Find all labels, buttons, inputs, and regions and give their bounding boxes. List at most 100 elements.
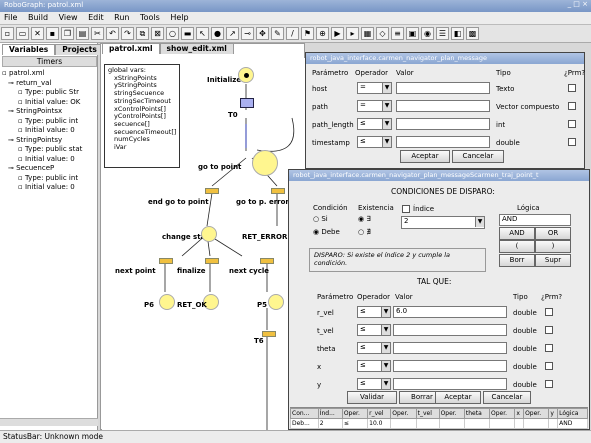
tree-leaf[interactable]: ▫ Type: public Str <box>2 88 97 98</box>
place-goto-point[interactable] <box>252 150 278 176</box>
new-icon[interactable]: ▫ <box>1 27 14 40</box>
d2-value-theta[interactable] <box>393 342 507 354</box>
tile-icon[interactable]: ▩ <box>466 27 479 40</box>
close-icon[interactable]: ✕ <box>31 27 44 40</box>
d2-op-x[interactable]: ≤ ▼ <box>357 360 391 372</box>
tab-show-edit[interactable]: show_edit.xml <box>159 43 234 54</box>
brush-icon[interactable]: / <box>286 27 299 40</box>
d2-radio-si[interactable]: ○ Si <box>313 215 328 223</box>
select-icon[interactable]: ↖ <box>196 27 209 40</box>
d1-prm-timestamp[interactable] <box>568 138 576 146</box>
flag-icon[interactable]: ⚑ <box>301 27 314 40</box>
transition-t6[interactable] <box>262 331 276 337</box>
d2-indice-checkbox[interactable] <box>402 205 410 213</box>
d1-op-path-length[interactable]: ≤ ▼ <box>357 118 392 130</box>
d2-and-button[interactable]: AND <box>499 227 535 240</box>
tab-projects[interactable]: Projects <box>55 44 104 55</box>
step-icon[interactable]: ▸ <box>346 27 359 40</box>
menu-file[interactable]: File <box>0 12 21 22</box>
d2-prm-r-vel[interactable] <box>545 308 553 316</box>
tab-variables[interactable]: Variables <box>2 44 56 55</box>
cut-icon[interactable]: ✂ <box>91 27 104 40</box>
zoom-icon[interactable]: ⊕ <box>316 27 329 40</box>
d2-cancelar-button[interactable]: Cancelar <box>483 391 531 404</box>
tree-root[interactable]: ▫ patrol.xml <box>2 69 97 79</box>
d2-close-paren-button[interactable]: ) <box>535 240 571 253</box>
tree-leaf[interactable]: ▫ Initial value: OK <box>2 98 97 108</box>
d2-radio-not-exists[interactable]: ○ ∄ <box>358 228 371 236</box>
place-initialize[interactable] <box>238 67 254 83</box>
transition-finalize[interactable] <box>205 258 219 264</box>
play-icon[interactable]: ▶ <box>331 27 344 40</box>
d2-prm-x[interactable] <box>545 362 553 370</box>
d2-value-x[interactable] <box>393 360 507 372</box>
redo-icon[interactable]: ↷ <box>121 27 134 40</box>
graph-icon[interactable]: ◇ <box>376 27 389 40</box>
tree-node[interactable]: ⊸ SecuenceP <box>2 164 97 174</box>
watch-icon[interactable]: ◉ <box>421 27 434 40</box>
d2-validar-button[interactable]: Validar <box>347 391 397 404</box>
move-icon[interactable]: ✥ <box>256 27 269 40</box>
transition-goto-error[interactable] <box>271 188 285 194</box>
table-row[interactable]: Deb... 2 ≤ 10.0 AND <box>290 418 588 429</box>
open-icon[interactable]: ▭ <box>16 27 29 40</box>
tree-node[interactable]: ⊸ StringPointsy <box>2 136 97 146</box>
label-icon[interactable]: ✎ <box>271 27 284 40</box>
d2-indice-combo[interactable]: 2 ▼ <box>401 216 485 229</box>
undo-icon[interactable]: ↶ <box>106 27 119 40</box>
view-icon[interactable]: ◧ <box>451 27 464 40</box>
tree-node[interactable]: ⊸ StringPointsx <box>2 107 97 117</box>
d2-open-paren-button[interactable]: ( <box>499 240 535 253</box>
transition-icon[interactable]: ▬ <box>181 27 194 40</box>
d1-value-timestamp[interactable] <box>396 136 490 148</box>
tree-leaf[interactable]: ▫ Type: public int <box>2 174 97 184</box>
tree-leaf[interactable]: ▫ Type: public stat <box>2 145 97 155</box>
d1-value-path[interactable] <box>396 100 490 112</box>
d2-or-button[interactable]: OR <box>535 227 571 240</box>
save-icon[interactable]: ▪ <box>46 27 59 40</box>
d2-op-theta[interactable]: ≤ ▼ <box>357 342 391 354</box>
d1-accept-button[interactable]: Aceptar <box>400 150 450 163</box>
token-icon[interactable]: ● <box>211 27 224 40</box>
d2-radio-debe[interactable]: ◉ Debe <box>313 228 340 236</box>
tree-node[interactable]: ⊸ return_val <box>2 79 97 89</box>
d1-value-path-length[interactable] <box>396 118 490 130</box>
d2-radio-exists[interactable]: ◉ ∃ <box>358 215 371 223</box>
global-vars-box[interactable]: global vars: xStringPoints yStringPoints s… <box>104 64 180 168</box>
d2-value-t-vel[interactable] <box>393 324 507 336</box>
run-icon[interactable]: ≡ <box>391 27 404 40</box>
d1-op-timestamp[interactable]: ≤ ▼ <box>357 136 392 148</box>
copy-icon[interactable]: ❐ <box>61 27 74 40</box>
list-icon[interactable]: ☰ <box>436 27 449 40</box>
d1-prm-path[interactable] <box>568 102 576 110</box>
d2-conditions-table[interactable]: Con... Índ... Oper. r_vel Oper. t_vel Op… <box>290 407 588 429</box>
d2-op-t-vel[interactable]: ≤ ▼ <box>357 324 391 336</box>
inhibitor-icon[interactable]: ⊸ <box>241 27 254 40</box>
arc-icon[interactable]: ↗ <box>226 27 239 40</box>
tree-leaf[interactable]: ▫ Initial value: 0 <box>2 183 97 193</box>
d2-prm-y[interactable] <box>545 380 553 388</box>
paste-icon[interactable]: ▤ <box>76 27 89 40</box>
tree-leaf[interactable]: ▫ Initial value: 0 <box>2 126 97 136</box>
transition-t0[interactable] <box>240 98 254 108</box>
d1-op-path[interactable]: = ▼ <box>357 100 392 112</box>
d2-value-r-vel[interactable]: 6.0 <box>393 306 507 318</box>
window-controls[interactable]: _ □ × <box>568 0 588 8</box>
place-icon[interactable]: ○ <box>166 27 179 40</box>
place-change-stat[interactable] <box>201 226 217 242</box>
d2-aceptar-button[interactable]: Aceptar <box>435 391 481 404</box>
d2-borr-button[interactable]: Borr <box>499 254 535 267</box>
menu-build[interactable]: Build <box>24 12 52 22</box>
menu-edit[interactable]: Edit <box>84 12 108 22</box>
d2-prm-theta[interactable] <box>545 344 553 352</box>
d1-cancel-button[interactable]: Cancelar <box>452 150 504 163</box>
d2-op-y[interactable]: ≤ ▼ <box>357 378 391 390</box>
tree-leaf[interactable]: ▫ Type: public int <box>2 117 97 127</box>
menu-run[interactable]: Run <box>110 12 133 22</box>
transition-end-goto[interactable] <box>205 188 219 194</box>
dup-icon[interactable]: ⧉ <box>136 27 149 40</box>
d1-prm-host[interactable] <box>568 84 576 92</box>
grid-icon[interactable]: ▦ <box>361 27 374 40</box>
tab-patrol[interactable]: patrol.xml <box>102 43 160 54</box>
console-icon[interactable]: ▣ <box>406 27 419 40</box>
